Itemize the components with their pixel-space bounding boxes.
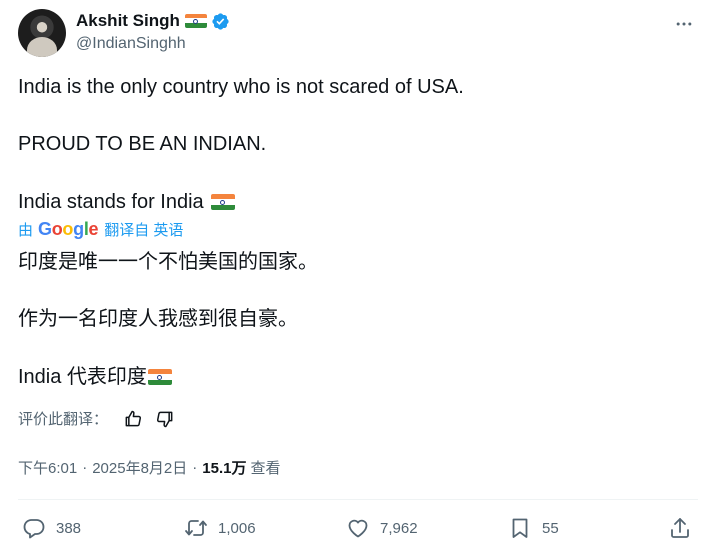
rate-translation-row: 评价此翻译：: [18, 408, 175, 429]
meta-separator: ·: [192, 459, 198, 476]
tweet-metadata: 下午6:01 · 2025年8月2日 · 15.1万 查看: [18, 457, 280, 478]
author-name[interactable]: Akshit Singh: [76, 11, 180, 31]
bookmark-button[interactable]: 55: [508, 510, 559, 546]
author-handle[interactable]: @IndianSinghh: [76, 35, 186, 53]
avatar[interactable]: [18, 9, 66, 57]
translated-line-3-text: India 代表印度: [18, 366, 147, 388]
bookmark-icon: [512, 518, 528, 538]
views-count: 15.1万: [202, 460, 247, 477]
reply-icon: [23, 519, 45, 539]
tweet-date[interactable]: 2025年8月2日: [92, 457, 187, 478]
verified-badge-icon[interactable]: [211, 12, 230, 31]
like-button[interactable]: 7,962: [346, 510, 418, 546]
tweet-text-line-3-text: India stands for India: [18, 191, 204, 213]
repost-count: 1,006: [218, 519, 256, 537]
translation-attribution[interactable]: 由 Google 翻译自 英语: [18, 219, 183, 240]
author-name-row: Akshit Singh: [76, 10, 230, 32]
reply-button[interactable]: 388: [22, 510, 81, 546]
views-label: 查看: [250, 460, 281, 477]
more-options-icon[interactable]: [672, 12, 696, 36]
india-flag-icon: [210, 194, 235, 210]
meta-separator: ·: [82, 459, 88, 476]
thumbs-down-icon[interactable]: [155, 409, 175, 429]
thumbs-up-icon[interactable]: [123, 409, 143, 429]
repost-icon: [185, 520, 207, 536]
heart-icon: [348, 519, 368, 538]
tweet-text-line-1: India is the only country who is not sca…: [18, 76, 464, 98]
tweet-header: Akshit Singh @IndianSinghh: [18, 8, 700, 60]
action-bar: 388 1,006 7,962 55: [18, 510, 698, 546]
google-logo: Google: [38, 219, 99, 239]
india-flag-icon: [184, 13, 207, 29]
bookmark-count: 55: [542, 519, 559, 537]
translated-line-1: 印度是唯一一个不怕美国的国家。: [18, 251, 318, 273]
tweet-text-line-2: PROUD TO BE AN INDIAN.: [18, 133, 267, 155]
reply-count: 388: [56, 519, 82, 537]
divider: [18, 499, 698, 500]
share-icon: [671, 518, 689, 538]
india-flag-icon: [147, 369, 172, 385]
tweet-time[interactable]: 下午6:01: [18, 457, 77, 478]
rate-translation-label: 评价此翻译：: [18, 411, 109, 428]
repost-button[interactable]: 1,006: [184, 510, 256, 546]
translated-from-label[interactable]: 翻译自 英语: [104, 219, 183, 240]
translated-line-3: India 代表印度: [18, 364, 172, 390]
share-button[interactable]: [668, 510, 692, 546]
translated-line-2: 作为一名印度人我感到很自豪。: [18, 308, 298, 330]
tweet-text-line-3: India stands for India: [18, 189, 235, 215]
translated-by-label: 由: [18, 222, 34, 239]
like-count: 7,962: [380, 519, 418, 537]
